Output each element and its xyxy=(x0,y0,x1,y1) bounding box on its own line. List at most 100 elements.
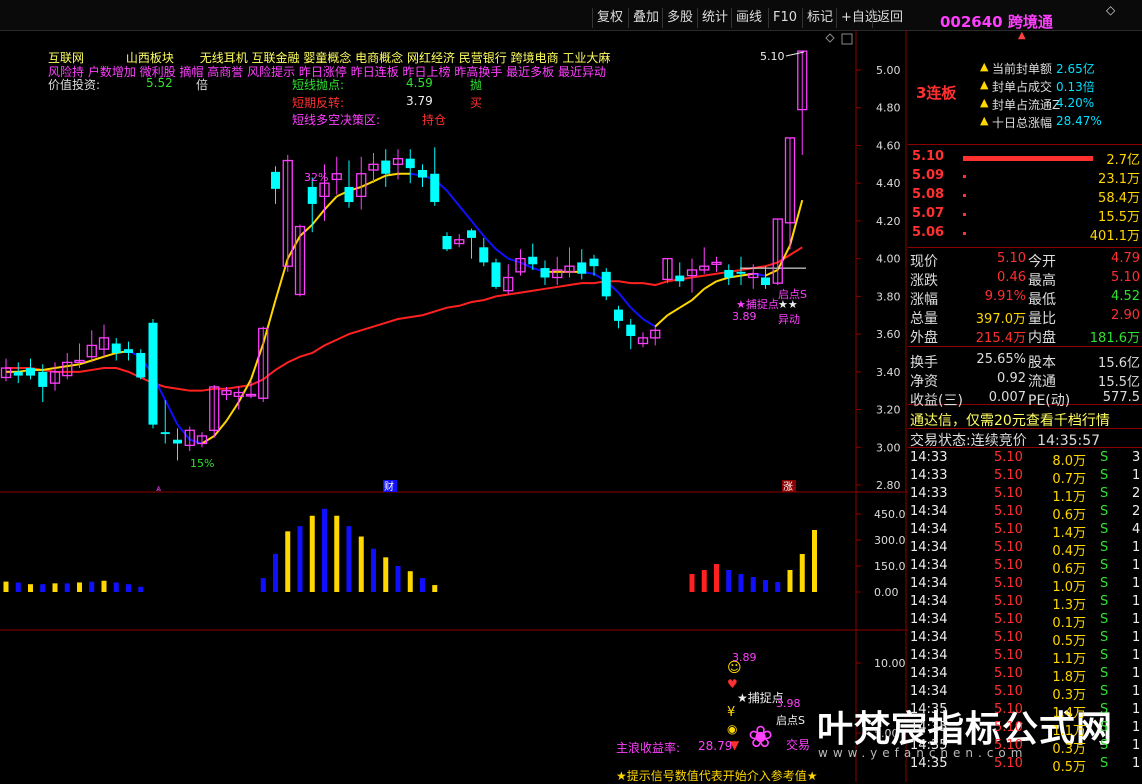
ma-short-segment xyxy=(483,235,497,250)
stat-value: 4.52 xyxy=(1111,289,1140,304)
draw-line-button[interactable]: 画线 xyxy=(731,8,766,28)
candle-down[interactable] xyxy=(528,256,538,265)
stat-label: 收益(三) xyxy=(910,393,963,409)
candle-down[interactable] xyxy=(160,432,170,435)
candle-down[interactable] xyxy=(467,230,476,238)
tick-volume: 1.1万 xyxy=(1052,652,1086,667)
kline-chart[interactable]: 5.00 4.80 4.60 4.40 4.20 4.00 3.80 3.60 3.40 3.20… xyxy=(0,30,908,782)
collapse-icon[interactable]: ◇ xyxy=(1106,3,1115,17)
volume-bar xyxy=(407,571,413,592)
tick-count: 2 xyxy=(1132,486,1141,501)
volume-bar xyxy=(371,548,376,592)
overlay-button[interactable]: 叠加 xyxy=(628,8,663,28)
candle-down[interactable] xyxy=(430,173,440,203)
candle-down[interactable] xyxy=(540,268,550,278)
tick-price: 5.10 xyxy=(994,450,1023,465)
y-tick-label: 5.00 xyxy=(876,64,901,77)
volume-bar xyxy=(689,574,695,592)
candle-down[interactable] xyxy=(724,269,734,278)
stats-button[interactable]: 统计 xyxy=(697,8,732,28)
label-389: 3.89 xyxy=(732,310,757,323)
ma-short-segment xyxy=(630,306,644,320)
tick-price: 5.10 xyxy=(994,594,1023,609)
multi-stock-button[interactable]: 多股 xyxy=(662,8,697,28)
candle-down[interactable] xyxy=(405,158,415,169)
stat-value: 215.4万 xyxy=(975,331,1026,346)
stat-label: 总量 xyxy=(910,311,938,327)
tick-volume: 1.4万 xyxy=(1052,706,1086,721)
candle-down[interactable] xyxy=(271,171,280,189)
candle-down[interactable] xyxy=(307,186,317,204)
stock-name: 跨境通 xyxy=(1007,13,1053,31)
ma-short-segment xyxy=(446,190,461,207)
tick-price: 5.10 xyxy=(994,468,1023,483)
tick-count: 2 xyxy=(1132,504,1141,519)
candle-down[interactable] xyxy=(589,258,599,267)
board-count-label: 3连板 xyxy=(916,84,957,102)
vol-tick-label: 0.00 xyxy=(874,586,899,599)
candle-down[interactable] xyxy=(111,343,121,353)
tick-side: S xyxy=(1100,612,1109,627)
volume-bars xyxy=(3,508,817,592)
fuquan-button[interactable]: 复权 xyxy=(592,8,627,28)
tick-side: S xyxy=(1100,720,1109,735)
candle-down[interactable] xyxy=(601,271,611,297)
y-tick-label: 4.60 xyxy=(876,139,901,152)
diamond-icon[interactable] xyxy=(825,33,835,43)
bottom-val-389: 3.89 xyxy=(732,651,757,664)
tick-price: 5.10 xyxy=(994,630,1023,645)
candle-down[interactable] xyxy=(479,247,489,263)
tick-side: S xyxy=(1100,738,1109,753)
moving-averages xyxy=(6,172,806,445)
candle-down[interactable] xyxy=(442,236,452,250)
tick-price: 5.10 xyxy=(994,540,1023,555)
volume-bar xyxy=(260,578,266,592)
bid-volume: 401.1万 xyxy=(1089,229,1140,244)
candle-down[interactable] xyxy=(381,160,391,174)
ma-short-segment xyxy=(776,244,791,271)
candle-down[interactable] xyxy=(13,371,23,376)
candle-down[interactable] xyxy=(577,262,587,274)
f10-button[interactable]: F10 xyxy=(768,8,801,28)
bottom-jiaoyi: 交易 xyxy=(786,738,811,752)
promo-text[interactable]: 通达信，仅需20元查看千档行情 xyxy=(910,410,1110,430)
candle-down[interactable] xyxy=(173,439,182,444)
candle-down[interactable] xyxy=(614,309,623,321)
candle-down[interactable] xyxy=(26,368,35,376)
ma-short-segment xyxy=(654,314,669,328)
tick-count: 1 xyxy=(1132,666,1141,681)
candle-down[interactable] xyxy=(761,277,770,286)
candle-down[interactable] xyxy=(418,169,427,178)
candle-down[interactable] xyxy=(136,352,146,378)
volume-bar xyxy=(77,582,82,592)
ma-short-segment xyxy=(54,365,68,370)
candle-down[interactable] xyxy=(675,275,685,282)
tick-volume: 0.6万 xyxy=(1052,508,1086,523)
bid-level: 5.08 xyxy=(912,187,945,202)
stat-value: 577.5 xyxy=(1102,390,1140,405)
tick-volume: 0.6万 xyxy=(1052,562,1086,577)
stat-label: 净资 xyxy=(910,374,938,390)
y-tick-label: 3.60 xyxy=(876,328,901,341)
candle-down[interactable] xyxy=(626,324,636,336)
candle-down[interactable] xyxy=(491,262,501,287)
tick-time: 14:33 xyxy=(910,450,948,465)
candle-down[interactable] xyxy=(38,371,48,387)
candle-down[interactable] xyxy=(148,322,158,425)
bid-level: 5.06 xyxy=(912,225,945,240)
mark-button[interactable]: 标记 xyxy=(802,8,837,28)
tick-volume: 0.5万 xyxy=(1052,634,1086,649)
bid-depth-bar xyxy=(963,156,1093,161)
candle-down[interactable] xyxy=(344,186,354,203)
tick-volume: 0.4万 xyxy=(1052,544,1086,559)
window-icon[interactable] xyxy=(841,33,853,45)
back-button[interactable]: 返回 xyxy=(872,8,907,28)
stat-label: 外盘 xyxy=(910,330,938,346)
volume-bar xyxy=(273,553,278,592)
up-triangle-icon: ▲ xyxy=(980,60,989,73)
tick-time: 14:35 xyxy=(910,702,948,717)
candle-down[interactable] xyxy=(736,271,746,274)
candle-down[interactable] xyxy=(124,349,133,353)
ma-short-segment xyxy=(237,378,252,403)
limit-stat-value: 0.13倍 xyxy=(1056,80,1095,94)
